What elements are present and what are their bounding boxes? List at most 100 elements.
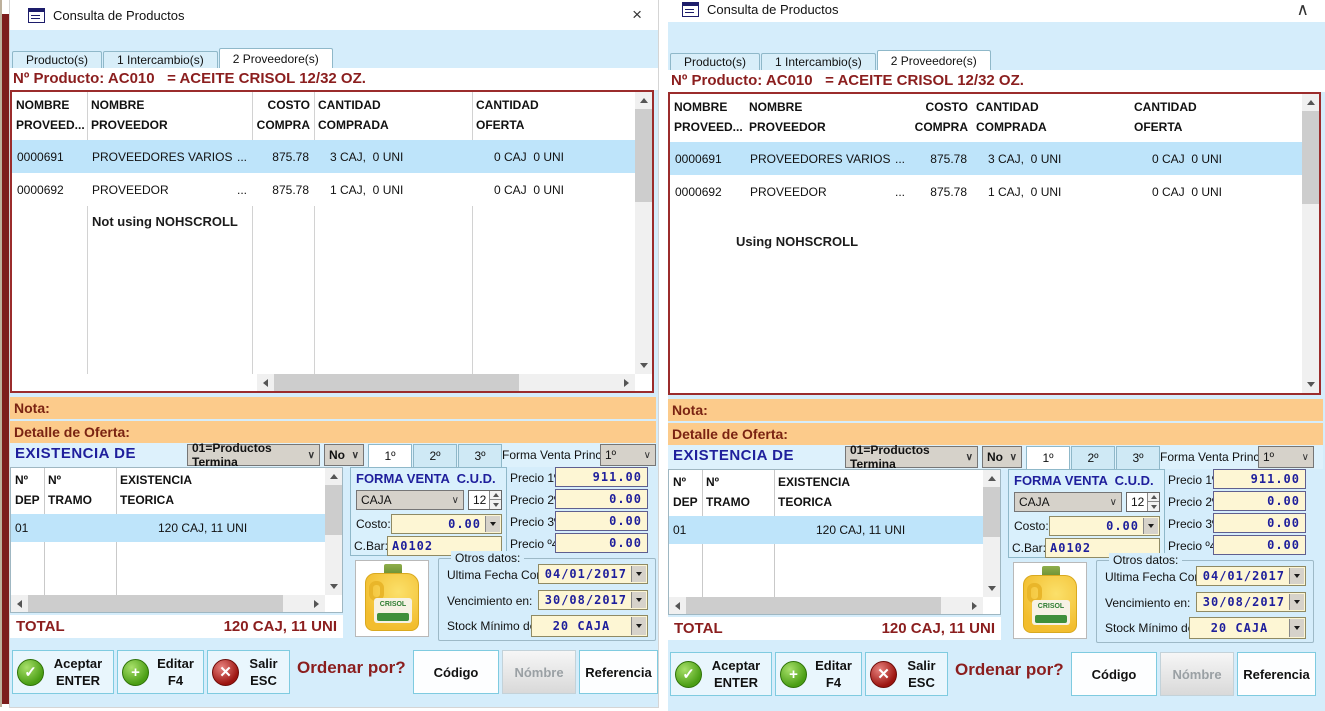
tab-precio-3[interactable]: 3º [1116,446,1160,469]
vertical-scrollbar[interactable] [325,468,342,595]
vencimiento-field[interactable]: 30/08/2017 [538,590,648,610]
column-header-cantidad-comprada[interactable]: CANTIDADCOMPRADA [314,92,472,140]
dropdown-arrow-icon[interactable] [631,617,646,635]
column-header-dep[interactable]: NºDEP [669,470,702,512]
forma-venta-principal-select[interactable]: 1º [1258,446,1314,468]
cud-stepper[interactable]: 12 [1126,492,1160,512]
scrollbar-thumb[interactable] [274,374,519,391]
scrollbar-thumb[interactable] [1302,111,1319,204]
scroll-left-icon[interactable] [11,595,28,612]
spin-up-icon[interactable] [1147,493,1159,502]
scroll-left-icon[interactable] [257,374,274,391]
scroll-down-icon[interactable] [635,357,652,374]
column-header-tramo[interactable]: NºTRAMO [44,468,116,510]
forma-venta-unit-select[interactable]: CAJA [356,490,464,510]
ultima-fecha-field[interactable]: 04/01/2017 [1196,566,1306,586]
tab-productos[interactable]: Producto(s) [670,53,760,70]
aceptar-button[interactable]: ✓ AceptarENTER [12,650,114,694]
scrollbar-thumb[interactable] [686,597,941,614]
scroll-up-icon[interactable] [1302,94,1319,111]
column-header-existencia[interactable]: EXISTENCIATEORICA [774,470,985,512]
scroll-down-icon[interactable] [983,580,1000,597]
dropdown-arrow-icon[interactable] [1289,594,1304,610]
scroll-up-icon[interactable] [635,92,652,109]
provider-row-selected[interactable]: 0000691 PROVEEDORES VARIOS... 875.78 3 C… [12,140,635,173]
column-header-nombre-proveed[interactable]: NOMBREPROVEED... [12,92,87,140]
tab-productos[interactable]: Producto(s) [12,51,102,68]
scroll-up-icon[interactable] [983,470,1000,487]
column-header-nombre-proveedor[interactable]: NOMBREPROVEEDOR [745,94,910,142]
scroll-left-icon[interactable] [669,597,686,614]
scroll-down-icon[interactable] [325,578,342,595]
spin-down-icon[interactable] [1147,502,1159,511]
column-header-nombre-proveed[interactable]: NOMBREPROVEED... [670,94,745,142]
column-header-cantidad-oferta[interactable]: CANTIDADOFERTA [472,92,632,140]
dropdown-arrow-icon[interactable] [1143,518,1158,534]
scrollbar-thumb[interactable] [983,487,1000,537]
scrollbar-thumb[interactable] [325,485,342,535]
provider-row[interactable]: 0000692 PROVEEDOR... 875.78 1 CAJ, 0 UNI… [12,173,635,206]
aceptar-button[interactable]: ✓ AceptarENTER [670,652,772,696]
nombre-button[interactable]: Nómbre [502,650,576,694]
spin-down-icon[interactable] [489,500,501,509]
precio2-field[interactable]: 0.00 [555,489,648,509]
scroll-right-icon[interactable] [966,597,983,614]
precio4-field[interactable]: 0.00 [555,533,648,553]
provider-row[interactable]: 0000692 PROVEEDOR... 875.78 1 CAJ, 0 UNI… [670,175,1302,208]
tab-precio-2[interactable]: 2º [1071,446,1115,469]
categoria-select[interactable]: 01=Productos Termina [187,444,320,466]
stock-row-selected[interactable]: 01 120 CAJ, 11 UNI [11,514,325,542]
horizontal-scrollbar[interactable] [11,595,325,612]
forma-venta-principal-select[interactable]: 1º [600,444,656,466]
precio2-field[interactable]: 0.00 [1213,491,1306,511]
costo-field[interactable]: 0.00 [391,514,502,534]
titlebar[interactable]: Consulta de Productos ∧ [668,0,1325,22]
editar-button[interactable]: + EditarF4 [117,650,204,694]
precio1-field[interactable]: 911.00 [1213,469,1306,489]
provider-row-selected[interactable]: 0000691 PROVEEDORES VARIOS... 875.78 3 C… [670,142,1302,175]
column-header-existencia[interactable]: EXISTENCIATEORICA [116,468,327,510]
scrollbar-thumb[interactable] [28,595,283,612]
horizontal-scrollbar[interactable] [669,597,983,614]
dropdown-arrow-icon[interactable] [1289,619,1304,637]
stock-minimo-field[interactable]: 20 CAJA [1189,617,1306,639]
costo-field[interactable]: 0.00 [1049,516,1160,536]
no-select[interactable]: No [324,444,364,466]
tab-proveedores[interactable]: 2 Proveedore(s) [877,50,991,70]
scroll-right-icon[interactable] [618,374,635,391]
referencia-button[interactable]: Referencia [579,650,658,694]
ultima-fecha-field[interactable]: 04/01/2017 [538,564,648,584]
forma-venta-unit-select[interactable]: CAJA [1014,492,1122,512]
scrollbar-thumb[interactable] [635,109,652,202]
spin-up-icon[interactable] [489,491,501,500]
tab-proveedores[interactable]: 2 Proveedore(s) [219,48,333,68]
cud-stepper[interactable]: 12 [468,490,502,510]
vencimiento-field[interactable]: 30/08/2017 [1196,592,1306,612]
stock-row-selected[interactable]: 01 120 CAJ, 11 UNI [669,516,983,544]
no-select[interactable]: No [982,446,1022,468]
codigo-button[interactable]: Código [413,650,499,694]
precio3-field[interactable]: 0.00 [1213,513,1306,533]
close-icon[interactable]: × [632,5,642,25]
precio4-field[interactable]: 0.00 [1213,535,1306,555]
precio1-field[interactable]: 911.00 [555,467,648,487]
scroll-right-icon[interactable] [308,595,325,612]
stock-minimo-field[interactable]: 20 CAJA [531,615,648,637]
dropdown-arrow-icon[interactable] [1289,568,1304,584]
horizontal-scrollbar[interactable] [257,374,635,391]
titlebar[interactable]: Consulta de Productos × [10,0,658,30]
column-header-cantidad-oferta[interactable]: CANTIDADOFERTA [1130,94,1290,142]
vertical-scrollbar[interactable] [983,470,1000,597]
salir-button[interactable]: ✕ SalirESC [865,652,948,696]
scroll-up-icon[interactable] [325,468,342,485]
tab-intercambios[interactable]: 1 Intercambio(s) [761,53,876,70]
column-header-nombre-proveedor[interactable]: NOMBREPROVEEDOR [87,92,252,140]
scroll-down-icon[interactable] [1302,376,1319,393]
column-header-cantidad-comprada[interactable]: CANTIDADCOMPRADA [972,94,1130,142]
referencia-button[interactable]: Referencia [1237,652,1316,696]
dropdown-arrow-icon[interactable] [485,516,500,532]
editar-button[interactable]: + EditarF4 [775,652,862,696]
column-header-tramo[interactable]: NºTRAMO [702,470,774,512]
collapse-icon[interactable]: ∧ [1297,0,1309,20]
salir-button[interactable]: ✕ SalirESC [207,650,290,694]
